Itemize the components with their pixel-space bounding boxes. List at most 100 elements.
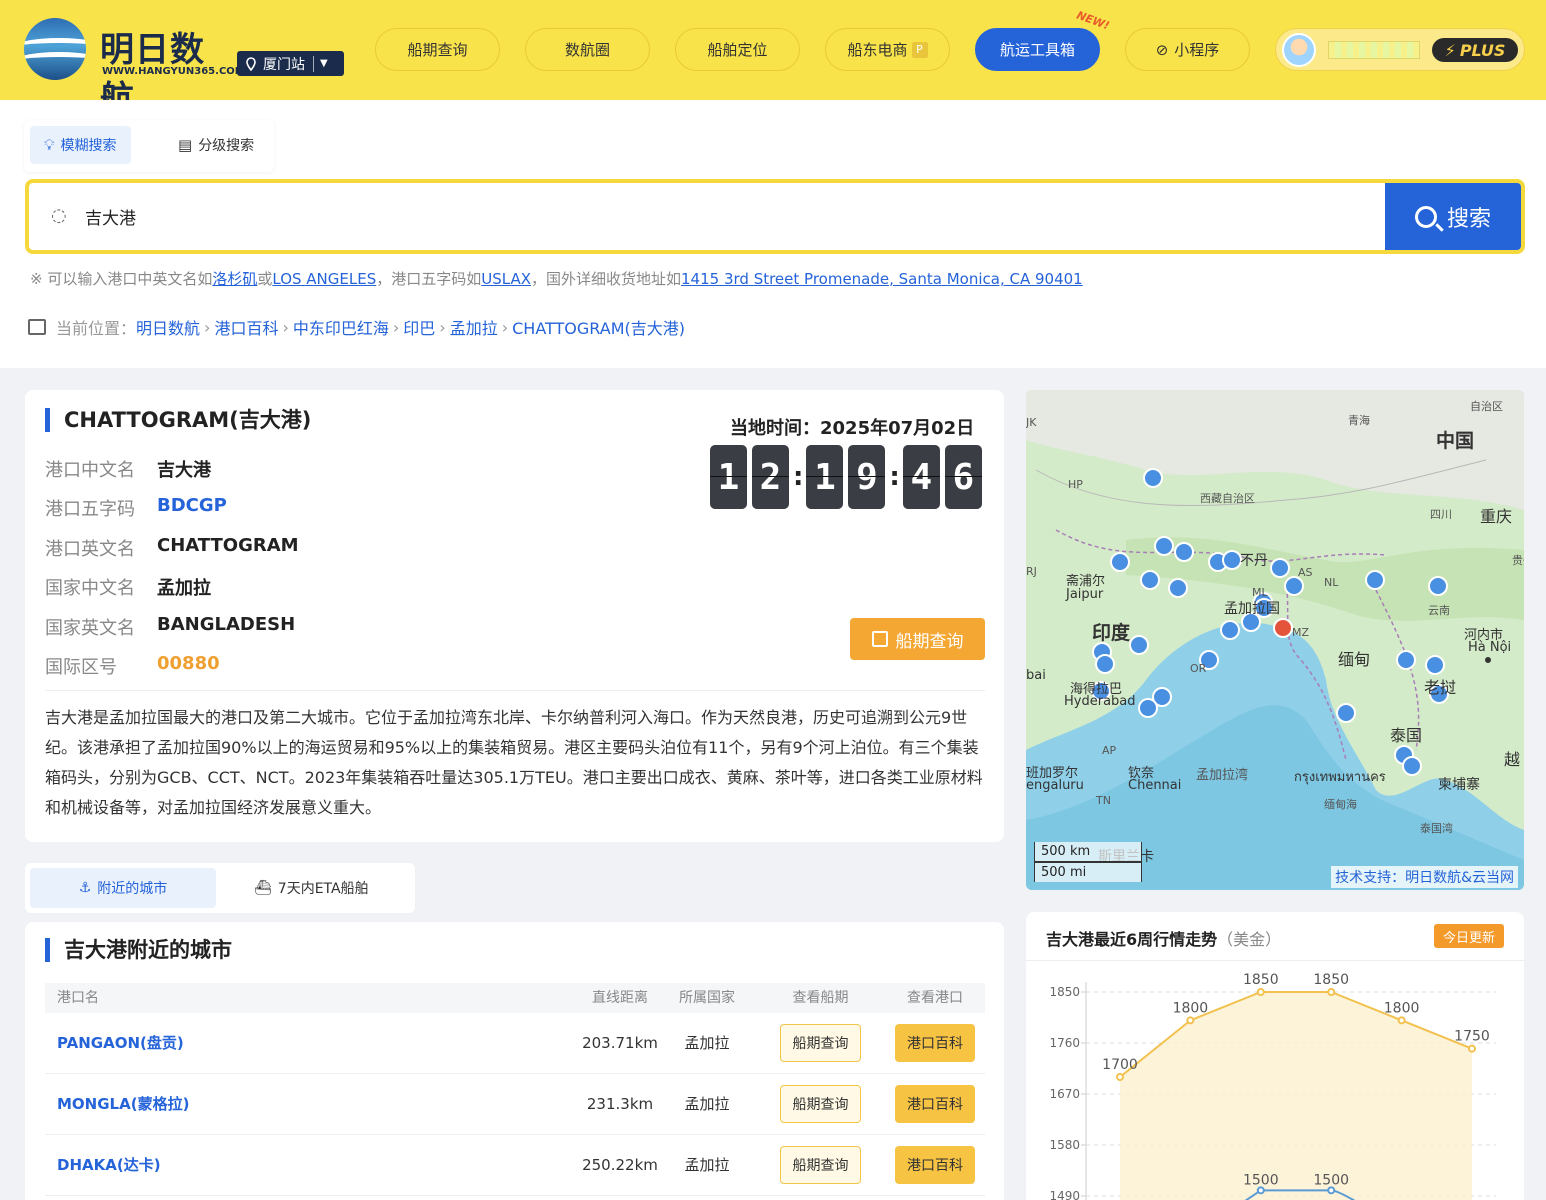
tab-eta-vessels[interactable]: ⛴︎ 7天内ETA船舶: [240, 868, 383, 908]
hint-link-uslax[interactable]: USLAX: [481, 270, 531, 288]
map-label-bhutan: 不丹: [1240, 553, 1268, 569]
avatar: [1282, 33, 1316, 67]
map-label-guizhou: 贵州: [1512, 554, 1524, 567]
chevron-right-icon: ›: [282, 317, 289, 337]
breadcrumb-item[interactable]: 孟加拉: [450, 315, 498, 339]
breadcrumb-label: 当前位置：: [56, 319, 137, 338]
map-credit[interactable]: 技术支持：明日数航&云当网: [1331, 866, 1518, 888]
plus-label: PLUS: [1459, 40, 1506, 60]
country: 孟加拉: [684, 1034, 730, 1052]
nav-shipowner-shop[interactable]: 船东电商 P: [825, 28, 950, 71]
field-value: 00880: [157, 653, 220, 674]
mini-program-icon: ⊘: [1155, 40, 1169, 59]
map-label-chennai: Chennai: [1128, 778, 1182, 793]
flip-clock: 1 2 : 1 9 : 4 6: [710, 445, 987, 509]
data-point: [1186, 1016, 1195, 1025]
map-label-bengaluru: engaluru: [1026, 778, 1084, 793]
data-label: 1800: [1173, 1000, 1209, 1016]
chevron-right-icon: ›: [439, 317, 446, 337]
nearby-cities-card: 吉大港附近的城市 港口名 直线距离 所属国家 查看船期 查看港口 PANGAON…: [25, 922, 1004, 1200]
site-logo[interactable]: 明日数航 WWW.HANGYUN365.COM: [24, 18, 245, 119]
field-label: 国家中文名: [45, 578, 135, 599]
nav-mini-program[interactable]: ⊘ 小程序: [1125, 28, 1250, 71]
map-label-ml: ML: [1252, 586, 1268, 599]
tab-nearby-cities[interactable]: ⚓︎ 附近的城市: [30, 868, 216, 908]
monitor-icon: [28, 319, 46, 335]
distance: 203.71km: [582, 1034, 658, 1052]
search-button[interactable]: 搜索: [1385, 183, 1521, 250]
table-row: PANGAON(盘贡) 203.71km 孟加拉 船期查询 港口百科: [45, 1013, 985, 1074]
map-label-autonomous: 自治区: [1470, 400, 1503, 413]
divider: [45, 690, 985, 691]
port-wiki-button[interactable]: 港口百科: [895, 1024, 975, 1062]
nav-label: 航运工具箱: [999, 41, 1075, 59]
map-label-yunnan: 云南: [1428, 604, 1450, 617]
bulb-icon: 💡︎: [44, 136, 55, 154]
user-menu[interactable]: ⚡ PLUS: [1275, 28, 1525, 71]
port-wiki-button[interactable]: 港口百科: [895, 1085, 975, 1123]
button-label: 船期查询: [895, 631, 964, 652]
nav-shuhang-circle[interactable]: 数航圈: [525, 28, 650, 71]
map-label-rj: RJ: [1026, 565, 1037, 578]
ship-schedule-button[interactable]: 船期查询: [780, 1085, 861, 1123]
lightning-icon: ⚡: [1444, 40, 1456, 60]
map-label-cambodia: 柬埔寨: [1438, 777, 1480, 793]
map-label-jaipur: Jaipur: [1066, 587, 1104, 602]
y-tick-label: 1670: [1049, 1087, 1080, 1101]
map-label-myanmar: 缅甸: [1338, 650, 1371, 669]
nav-ship-schedule[interactable]: 船期查询: [375, 28, 500, 71]
nav-shipping-toolbox[interactable]: 航运工具箱: [975, 28, 1100, 71]
hint-text: ，港口五字码如: [376, 270, 482, 288]
map-label-sichuan: 四川: [1430, 508, 1452, 521]
data-label: 1500: [1313, 1172, 1349, 1188]
station-selector[interactable]: 厦门站 ▼: [237, 51, 344, 76]
y-tick-label: 1760: [1049, 1036, 1080, 1050]
data-label: 1800: [1384, 1000, 1420, 1016]
table-header: 港口名 直线距离 所属国家 查看船期 查看港口: [45, 983, 985, 1013]
tab-level-search[interactable]: ▤ 分级搜索: [164, 126, 268, 164]
port-wiki-button[interactable]: 港口百科: [895, 1146, 975, 1184]
map-label-bay-of-bengal: 孟加拉湾: [1196, 768, 1249, 783]
station-label: 厦门站: [263, 56, 305, 73]
field-value: BANGLADESH: [157, 614, 296, 635]
column-header: 所属国家: [679, 990, 735, 1006]
clock-digit: 2: [752, 445, 789, 509]
port-title: CHATTOGRAM(吉大港): [45, 408, 311, 432]
bulb-icon: ◌: [51, 205, 67, 226]
location-pin-icon: [246, 56, 256, 71]
breadcrumb-item[interactable]: 明日数航: [136, 315, 200, 339]
info-row: 港口中文名 吉大港: [45, 456, 211, 482]
hint-text: ，国外详细收货地址如: [531, 270, 682, 288]
ship-schedule-button[interactable]: 船期查询: [780, 1024, 861, 1062]
chevron-right-icon: ›: [501, 317, 509, 337]
port-map[interactable]: 中国 西藏自治区 青海 四川 重庆 云南 贵州 印度 斋浦尔 Jaipur 海得…: [1026, 390, 1524, 890]
search-input[interactable]: [85, 201, 1285, 231]
map-scale-mi: 500 mi: [1034, 862, 1142, 882]
map-label-vietnam: 越: [1504, 750, 1521, 769]
hint-link-la-cn[interactable]: 洛杉矶: [212, 270, 257, 288]
port-name-link[interactable]: DHAKA(达卡): [57, 1135, 161, 1196]
breadcrumb-item[interactable]: 印巴: [403, 315, 435, 339]
data-point: [1116, 1073, 1124, 1081]
data-label: 1850: [1243, 972, 1279, 988]
trend-title-text: 吉大港最近6周行情走势: [1046, 930, 1218, 949]
field-value: 吉大港: [157, 460, 211, 481]
port-name-link[interactable]: MONGLA(蒙格拉): [57, 1074, 189, 1135]
ship-schedule-button[interactable]: 船期查询: [780, 1146, 861, 1184]
distance: 250.22km: [582, 1156, 658, 1174]
ship-schedule-button[interactable]: 船期查询: [850, 618, 985, 660]
map-label-chongqing: 重庆: [1480, 507, 1513, 526]
port-name-link[interactable]: PANGAON(盘贡): [57, 1013, 184, 1074]
hint-link-address[interactable]: 1415 3rd Street Promenade, Santa Monica,…: [681, 270, 1083, 288]
hint-link-la-en[interactable]: LOS ANGELES: [272, 270, 376, 288]
nav-label: 数航圈: [564, 41, 610, 59]
breadcrumb-item-current[interactable]: CHATTOGRAM(吉大港): [512, 315, 685, 339]
breadcrumb-item[interactable]: 中东印巴红海: [293, 315, 389, 339]
caret-down-icon: ▼: [320, 58, 328, 69]
nav-ship-position[interactable]: 船舶定位: [675, 28, 800, 71]
breadcrumb-item[interactable]: 港口百科: [214, 315, 278, 339]
station-divider: [313, 55, 314, 72]
tab-fuzzy-search[interactable]: 💡︎ 模糊搜索: [30, 126, 131, 164]
map-label-tibet: 西藏自治区: [1200, 492, 1255, 505]
hint-text: 或: [257, 270, 273, 288]
